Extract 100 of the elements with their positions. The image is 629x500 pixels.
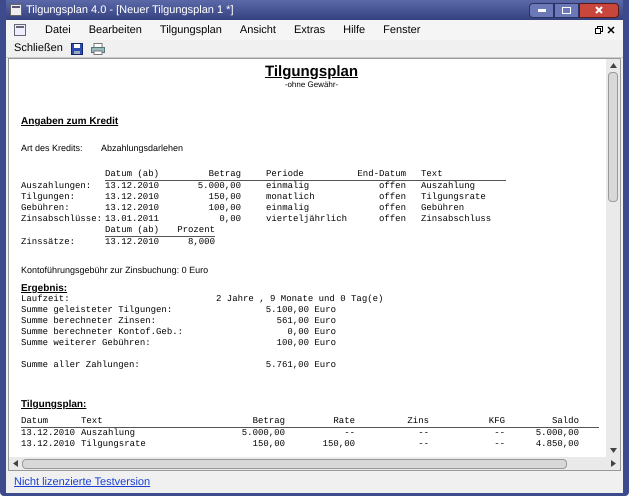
license-link[interactable]: Nicht lizenzierte Testversion (14, 474, 150, 490)
result-value: 2 Jahre , 9 Monate und 0 Tag(e) (216, 294, 384, 305)
result-value: 5.100,00 Euro (264, 305, 336, 316)
table-cell-text: 150,00 (322, 439, 355, 450)
horizontal-scrollbar[interactable] (9, 457, 620, 470)
column-header: Text (81, 416, 104, 427)
close-icon (595, 6, 603, 14)
minimize-button[interactable] (529, 2, 554, 18)
result-value: 0,00 Euro (286, 327, 336, 338)
close-button[interactable] (579, 2, 619, 18)
result-label: Summe weiterer Gebühren: (21, 338, 152, 349)
result-label: Summe berechneter Kontof.Geb.: (21, 327, 184, 338)
menu-item[interactable]: Ansicht (230, 22, 285, 38)
minimize-icon (538, 8, 546, 12)
result-value: 100,00 Euro (276, 338, 336, 349)
scroll-up-icon[interactable] (610, 63, 616, 68)
column-header: Zins (406, 416, 429, 427)
field-label: Art des Kredits: (21, 142, 84, 155)
menu-item[interactable]: Tilgungsplan (150, 22, 231, 38)
table-cell-text: Tilgungsrate (81, 439, 147, 450)
result-label: Summe berechneter Zinsen: (21, 316, 158, 327)
table-cell-text: -- (417, 439, 429, 450)
table-cell-text: 13.12.2010 (105, 180, 160, 192)
printer-icon[interactable] (90, 42, 105, 54)
close-icon[interactable] (607, 26, 615, 34)
row-label: Zinsabschlüsse: (21, 214, 104, 224)
table-cell-text: offen (378, 192, 406, 202)
result-label: Laufzeit: (21, 294, 71, 305)
scrollbar-thumb[interactable] (608, 72, 618, 202)
section-heading: Tilgungsplan: (21, 399, 86, 410)
menu-item[interactable]: Hilfe (334, 22, 374, 38)
table-cell-text: offen (378, 214, 406, 224)
table-cell-text: Zinsabschluss (420, 214, 492, 224)
table-cell-text: monatlich (265, 192, 316, 202)
column-header: Saldo (550, 416, 579, 427)
table-cell-text: Gebühren (420, 202, 466, 214)
table-cell-text: -- (493, 428, 505, 439)
table-cell-text: 100,00 (208, 202, 241, 214)
table-cell-text: 4.850,00 (534, 439, 579, 450)
row-label: Tilgungen: (21, 192, 76, 202)
table-cell-text: 8,000 (186, 236, 215, 248)
close-document-button[interactable]: Schließen (14, 40, 63, 57)
maximize-button[interactable] (554, 2, 579, 18)
table-cell-text: 150,00 (208, 192, 241, 202)
table-cell-text: 13.12.2010 (21, 428, 76, 439)
app-icon (10, 4, 22, 16)
column-header: Datum (ab) (105, 224, 165, 236)
scrollbar-thumb[interactable] (22, 458, 567, 468)
menu-item[interactable]: Extras (284, 22, 334, 38)
table-cell-text: Tilgungsrate (420, 192, 487, 202)
column-header: End-Datum (356, 168, 406, 180)
table-cell-text: -- (493, 439, 505, 450)
scroll-right-icon[interactable] (611, 460, 616, 467)
save-icon[interactable] (70, 42, 83, 54)
table-cell-text: 5.000,00 (196, 180, 241, 192)
row-label: Zinssätze: (21, 236, 76, 248)
scroll-left-icon[interactable] (13, 460, 18, 467)
column-header: KFG (488, 416, 505, 427)
result-label: Summe aller Zahlungen: (21, 360, 141, 371)
table-cell-text: -- (417, 428, 429, 439)
scroll-down-icon[interactable] (610, 448, 616, 453)
table-cell-text: 0,00 (218, 214, 241, 224)
table-cell-text: 150,00 (252, 439, 285, 450)
document-subtitle: -ohne Gewähr- (284, 80, 338, 89)
result-value: 5.761,00 Euro (264, 360, 336, 371)
table-cell-text: offen (378, 180, 406, 192)
table-cell-text: 5.000,00 (534, 428, 579, 439)
column-header: Rate (332, 416, 355, 427)
table-cell-text: 13.12.2010 (105, 236, 160, 248)
row-label: Gebühren: (21, 202, 71, 214)
vertical-scrollbar[interactable] (606, 59, 620, 457)
table-cell-text: -- (343, 428, 355, 439)
maximize-icon (562, 6, 571, 14)
table-cell-text: einmalig (265, 202, 310, 214)
fee-note: Kontoführungsgebühr zur Zinsbuchung: 0 Euro (21, 264, 208, 277)
field-value: Abzahlungsdarlehen (101, 142, 184, 155)
table-cell-text: Auszahlung (81, 428, 136, 439)
column-header: Betrag (252, 416, 285, 427)
window-title: Tilgungsplan 4.0 - [Neuer Tilgungsplan 1 *] (26, 2, 234, 18)
column-header: Periode (241, 168, 356, 180)
section-heading: Angaben zum Kredit (21, 115, 118, 129)
table-cell-text: 13.12.2010 (105, 202, 160, 214)
table-cell-text: 5.000,00 (240, 428, 285, 439)
row-label: Auszahlungen: (21, 180, 92, 192)
result-value: 561,00 Euro (276, 316, 336, 327)
column-header: Betrag (165, 168, 241, 180)
menu-item[interactable]: Bearbeiten (80, 22, 151, 38)
document-icon (14, 24, 26, 36)
column-header: Prozent (165, 224, 215, 236)
menu-item[interactable]: Datei (36, 22, 80, 38)
table-cell-text: 13.12.2010 (105, 192, 160, 202)
restore-icon[interactable] (595, 26, 603, 34)
table-cell-text: offen (378, 202, 406, 214)
table-cell-text: 13.01.2011 (105, 214, 160, 224)
table-cell-text: Auszahlung (420, 180, 476, 192)
menu-item[interactable]: Fenster (374, 22, 430, 38)
column-header: Datum (ab) (105, 168, 165, 180)
result-label: Summe geleisteter Tilgungen: (21, 305, 174, 316)
section-heading: Ergebnis: (21, 283, 68, 294)
table-cell-text: 13.12.2010 (21, 439, 76, 450)
